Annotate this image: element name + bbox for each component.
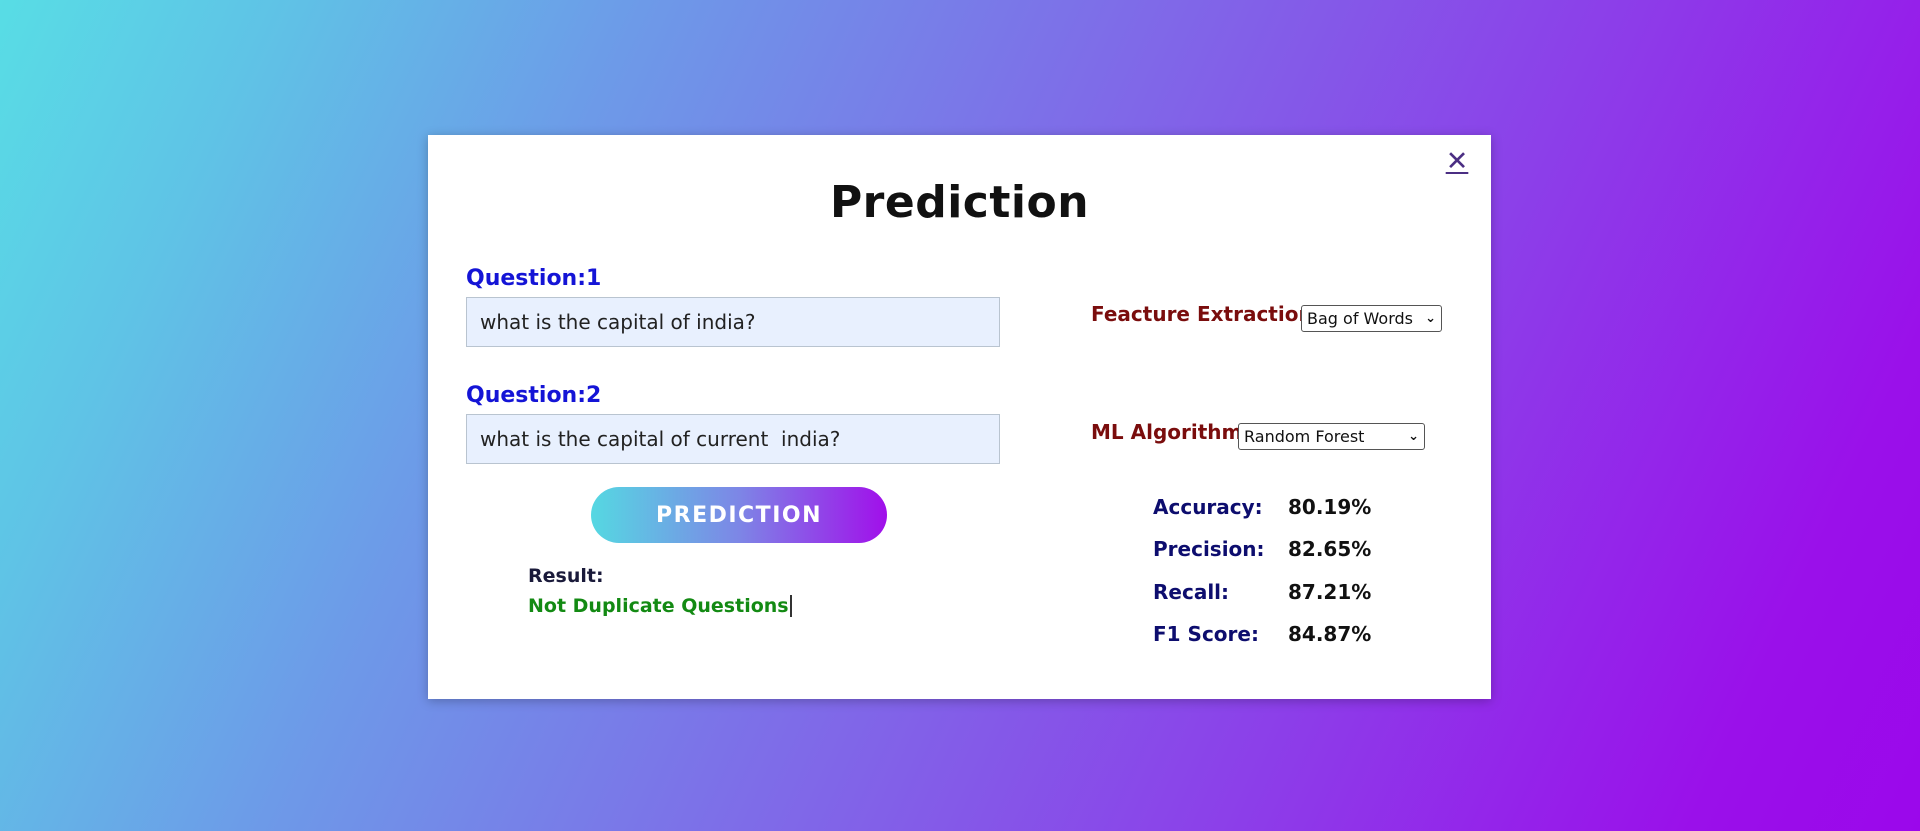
recall-label: Recall: — [1153, 580, 1230, 604]
precision-label: Precision: — [1153, 537, 1265, 561]
f1-score-label: F1 Score: — [1153, 622, 1259, 646]
feature-extraction-label: Feacture Extraction: — [1091, 302, 1321, 326]
ml-algorithm-selected: Random Forest — [1244, 427, 1365, 446]
accuracy-label: Accuracy: — [1153, 495, 1263, 519]
page-title: Prediction — [829, 177, 1090, 228]
accuracy-value: 80.19% — [1288, 495, 1372, 519]
recall-value: 87.21% — [1288, 580, 1372, 604]
precision-value: 82.65% — [1288, 537, 1372, 561]
question2-label: Question:2 — [466, 383, 602, 408]
chevron-down-icon: ⌄ — [1425, 311, 1436, 326]
close-icon[interactable]: ✕ — [1445, 147, 1469, 177]
feature-extraction-selected: Bag of Words — [1307, 309, 1413, 328]
feature-extraction-select[interactable]: Bag of Words ⌄ — [1301, 305, 1442, 332]
prediction-modal: ✕ Prediction Question:1 Question:2 PREDI… — [428, 135, 1491, 699]
prediction-button[interactable]: PREDICTION — [591, 487, 887, 543]
question1-input[interactable] — [466, 297, 1000, 347]
result-value: Not Duplicate Questions — [528, 595, 792, 617]
f1-score-value: 84.87% — [1288, 622, 1372, 646]
chevron-down-icon: ⌄ — [1408, 429, 1419, 444]
question2-input[interactable] — [466, 414, 1000, 464]
ml-algorithm-label: ML Algorithm: — [1091, 420, 1251, 444]
result-label: Result: — [528, 565, 604, 587]
ml-algorithm-select[interactable]: Random Forest ⌄ — [1238, 423, 1425, 450]
question1-label: Question:1 — [466, 266, 602, 291]
